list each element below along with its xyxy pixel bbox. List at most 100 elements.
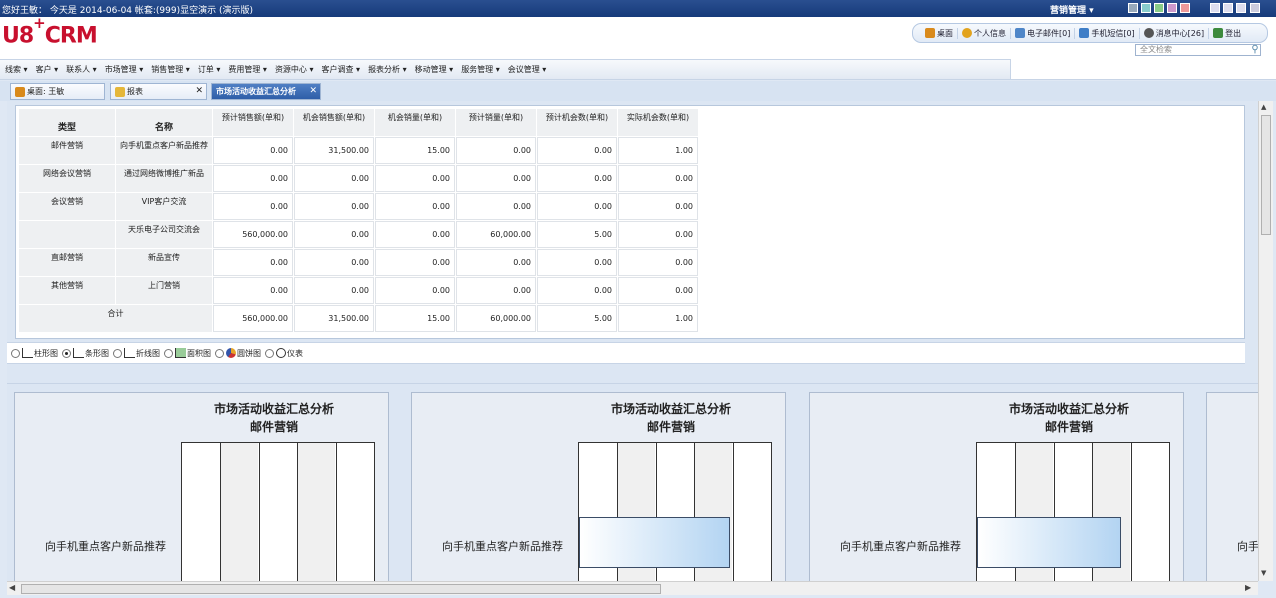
menu-contacts[interactable]: 联系人 ▾	[66, 64, 97, 75]
close-icon[interactable]: ✕	[309, 86, 317, 96]
category-label: 向手机重点客户新品推荐	[442, 540, 563, 553]
skin-cyan-icon[interactable]	[1141, 3, 1151, 13]
value-cell: 0.00	[294, 277, 374, 304]
gauge-icon	[276, 348, 286, 358]
font-medium-icon[interactable]	[1223, 3, 1233, 13]
column-chart-icon	[22, 348, 33, 358]
value-cell: 0.00	[213, 165, 293, 192]
menu-reports[interactable]: 报表分析 ▾	[368, 64, 407, 75]
report-icon	[115, 86, 125, 97]
scroll-right-icon[interactable]: ▶	[1245, 583, 1251, 592]
value-cell: 0.00	[618, 165, 698, 192]
value-cell: 0.00	[618, 193, 698, 220]
menu-customers[interactable]: 客户 ▾	[36, 64, 59, 75]
option-bar-chart[interactable]: 条形图	[62, 348, 109, 359]
menu-leads[interactable]: 线索 ▾	[5, 64, 28, 75]
menu-expenses[interactable]: 费用管理 ▾	[228, 64, 267, 75]
option-gauge[interactable]: 仪表	[265, 348, 303, 359]
tool-email[interactable]: 电子邮件[0]	[1011, 27, 1076, 39]
pie-chart-icon	[226, 348, 236, 358]
table-row: 会议营销 VIP客户交流 0.00 0.00 0.00 0.00 0.00 0.…	[19, 193, 698, 220]
font-small-icon[interactable]	[1210, 3, 1220, 13]
grid-band	[335, 443, 374, 581]
mode-label: 营销管理	[1050, 6, 1087, 16]
menu-service[interactable]: 服务管理 ▾	[461, 64, 500, 75]
value-cell: 0.00	[375, 193, 455, 220]
menu-orders[interactable]: 订单 ▾	[198, 64, 221, 75]
chart-panel: 市场活动收益汇总分析 邮件营销 向手机重点客户新品推荐	[809, 392, 1184, 581]
search-icon[interactable]: ⚲	[1249, 44, 1261, 56]
value-cell: 15.00	[375, 137, 455, 164]
grid-band	[732, 443, 771, 581]
radio-button[interactable]	[113, 348, 122, 358]
chart-title: 市场活动收益汇总分析	[610, 402, 731, 416]
value-cell: 0.00	[537, 249, 617, 276]
value-cell: 0.00	[213, 277, 293, 304]
tool-messages[interactable]: 消息中心[26]	[1140, 27, 1210, 39]
window-icon[interactable]	[1250, 3, 1260, 13]
value-cell: 0.00	[213, 193, 293, 220]
menu-mobile[interactable]: 移动管理 ▾	[415, 64, 454, 75]
bar-mark[interactable]	[977, 517, 1121, 568]
tool-sms[interactable]: 手机短信[0]	[1075, 27, 1140, 39]
col-header[interactable]: 机会销售额(单和)	[294, 109, 374, 136]
radio-button[interactable]	[62, 348, 71, 358]
value-cell: 0.00	[456, 277, 536, 304]
type-cell: 会议营销	[19, 193, 115, 220]
tab-desktop[interactable]: 桌面: 王敏	[10, 83, 105, 100]
option-line-chart[interactable]: 折线图	[113, 348, 160, 359]
type-cell: 直邮营销	[19, 249, 115, 276]
scroll-down-icon[interactable]: ▼	[1261, 569, 1266, 577]
col-header[interactable]: 预计销售额(单和)	[213, 109, 293, 136]
tool-logout[interactable]: 登出	[1209, 28, 1245, 39]
col-header[interactable]: 机会销量(单和)	[375, 109, 455, 136]
report-table: 类型 名称 预计销售额(单和) 机会销售额(单和) 机会销量(单和) 预计销量(…	[18, 108, 699, 333]
tab-market-analysis[interactable]: 市场活动收益汇总分析 ✕	[211, 83, 321, 100]
type-cell: 其他营销	[19, 277, 115, 304]
scroll-thumb[interactable]	[1261, 115, 1271, 235]
vertical-scrollbar[interactable]: ▲ ▼	[1258, 101, 1273, 581]
menu-survey[interactable]: 客户调查 ▾	[322, 64, 361, 75]
font-large-icon[interactable]	[1236, 3, 1246, 13]
type-cell: 邮件营销	[19, 137, 115, 164]
u8-crm-logo: U8+CRM	[2, 14, 98, 49]
scroll-left-icon[interactable]: ◀	[9, 583, 15, 592]
tab-bar: 桌面: 王敏 报表 ✕ 市场活动收益汇总分析 ✕	[0, 81, 1276, 101]
radio-button[interactable]	[215, 348, 224, 358]
radio-button[interactable]	[265, 348, 274, 358]
fulltext-search-input[interactable]: 全文检索	[1135, 44, 1261, 56]
plot-area	[578, 442, 772, 581]
menu-resources[interactable]: 资源中心 ▾	[275, 64, 314, 75]
skin-green-icon[interactable]	[1154, 3, 1164, 13]
plot-area	[181, 442, 375, 581]
table-row: 天乐电子公司交流会 560,000.00 0.00 0.00 60,000.00…	[19, 221, 698, 248]
col-header[interactable]: 实际机会数(单和)	[618, 109, 698, 136]
horizontal-scrollbar[interactable]: ◀ ▶	[7, 581, 1258, 595]
tab-reports[interactable]: 报表 ✕	[110, 83, 207, 100]
option-pie-chart[interactable]: 圆饼图	[215, 348, 261, 359]
menu-meetings[interactable]: 会议管理 ▾	[508, 64, 547, 75]
grid-band	[1130, 443, 1169, 581]
skin-purple-icon[interactable]	[1167, 3, 1177, 13]
option-column-chart[interactable]: 柱形图	[11, 348, 58, 359]
mode-selector[interactable]: 营销管理 ▾	[1050, 3, 1094, 16]
tool-profile[interactable]: 个人信息	[958, 27, 1011, 39]
tool-desktop[interactable]: 桌面	[921, 27, 958, 39]
radio-button[interactable]	[164, 348, 173, 358]
close-icon[interactable]: ✕	[195, 86, 203, 96]
value-cell: 0.00	[537, 165, 617, 192]
bar-mark[interactable]	[579, 517, 730, 568]
col-header[interactable]: 预计机会数(单和)	[537, 109, 617, 136]
plot-area	[976, 442, 1170, 581]
skin-red-icon[interactable]	[1180, 3, 1190, 13]
menu-marketing[interactable]: 市场管理 ▾	[105, 64, 144, 75]
col-type-header: 类型	[19, 109, 115, 136]
option-area-chart[interactable]: 面积图	[164, 348, 211, 359]
scroll-thumb[interactable]	[21, 584, 661, 594]
col-header[interactable]: 预计销量(单和)	[456, 109, 536, 136]
value-cell: 560,000.00	[213, 221, 293, 248]
skin-blue-icon[interactable]	[1128, 3, 1138, 13]
menu-sales[interactable]: 销售管理 ▾	[151, 64, 190, 75]
radio-button[interactable]	[11, 348, 20, 358]
scroll-up-icon[interactable]: ▲	[1261, 103, 1266, 111]
